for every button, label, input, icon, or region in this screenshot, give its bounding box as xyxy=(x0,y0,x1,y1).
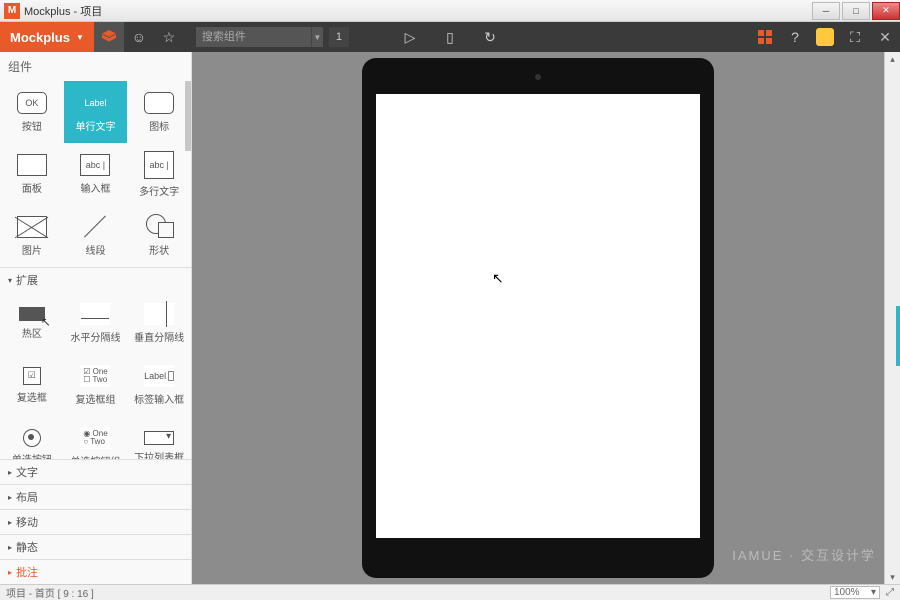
label-icon: Label xyxy=(80,92,110,114)
comp-radiogroup[interactable]: ◉ One ○ Two单选按钮组 xyxy=(64,416,128,459)
panel-icon xyxy=(17,154,47,176)
comp-icon[interactable]: 图标 xyxy=(127,81,191,143)
comp-label[interactable]: Label单行文字 xyxy=(64,81,128,143)
textarea-icon: abc | xyxy=(144,151,174,179)
icon-icon xyxy=(144,92,174,114)
comp-labelinput[interactable]: Label标签输入框 xyxy=(127,354,191,416)
device-frame xyxy=(362,58,714,578)
sidebar-header: 组件 xyxy=(0,52,191,81)
titlebar: M Mockplus - 项目 ─ □ ✕ xyxy=(0,0,900,22)
scroll-down-icon[interactable]: ▾ xyxy=(885,570,900,584)
comp-line[interactable]: 线段 xyxy=(64,205,128,267)
comp-panel[interactable]: 面板 xyxy=(0,143,64,205)
shape-icon xyxy=(144,216,174,238)
dropdown-icon xyxy=(144,431,174,445)
section-annot[interactable]: ▸批注 xyxy=(0,559,191,584)
zoom-select[interactable]: 100%▾ xyxy=(830,586,880,599)
section-text[interactable]: ▸文字 xyxy=(0,459,191,484)
component-grid-basic: OK按钮 Label单行文字 图标 面板 abc |输入框 abc |多行文字 … xyxy=(0,81,191,267)
window-title: Mockplus - 项目 xyxy=(24,3,810,19)
checkgroup-icon: ☑ One ☐ Two xyxy=(80,365,110,387)
section-static[interactable]: ▸静态 xyxy=(0,534,191,559)
triangle-right-icon: ▸ xyxy=(8,568,12,577)
canvas[interactable]: ↖ IAMUE · 交互设计学 xyxy=(192,52,884,584)
maximize-button[interactable]: □ xyxy=(842,2,870,20)
minimize-button[interactable]: ─ xyxy=(812,2,840,20)
panel-close-icon[interactable]: ✕ xyxy=(870,29,900,46)
zoom-fit-icon[interactable]: ⤢ xyxy=(886,587,894,598)
button-icon: OK xyxy=(17,92,47,114)
brand-label: Mockplus xyxy=(10,30,70,45)
chevron-down-icon: ▼ xyxy=(76,33,84,42)
search-input[interactable] xyxy=(196,27,311,47)
vertical-scrollbar[interactable]: ▴ ▾ xyxy=(884,52,900,584)
comp-image[interactable]: 图片 xyxy=(0,205,64,267)
comp-textarea[interactable]: abc |多行文字 xyxy=(127,143,191,205)
comp-checkgroup[interactable]: ☑ One ☐ Two复选框组 xyxy=(64,354,128,416)
component-grid-ext: 热区 水平分隔线 垂直分隔线 ☑复选框 ☑ One ☐ Two复选框组 Labe… xyxy=(0,292,191,459)
fullscreen-icon[interactable]: ⛶ xyxy=(840,22,870,52)
comp-hrule[interactable]: 水平分隔线 xyxy=(64,292,128,354)
sidebar-scrollbar[interactable] xyxy=(185,81,191,151)
statusbar: 项目 - 首页 [ 9 : 16 ] 100%▾ ⤢ xyxy=(0,584,900,600)
section-layout[interactable]: ▸布局 xyxy=(0,484,191,509)
device-screen[interactable] xyxy=(376,94,700,538)
comp-input[interactable]: abc |输入框 xyxy=(64,143,128,205)
star-icon[interactable]: ☆ xyxy=(154,22,184,52)
comp-dropdown[interactable]: 下拉列表框 xyxy=(127,416,191,459)
sync-icon[interactable]: ↻ xyxy=(475,22,505,52)
comp-checkbox[interactable]: ☑复选框 xyxy=(0,354,64,416)
section-move[interactable]: ▸移动 xyxy=(0,509,191,534)
section-ext[interactable]: ▾扩展 xyxy=(0,267,191,292)
toolbar: Mockplus ▼ ☺ ☆ ▼ 1 ▷ ▯ ↻ ? ⛶ ✕ xyxy=(0,22,900,52)
sidebar: 组件 OK按钮 Label单行文字 图标 面板 abc |输入框 abc |多行… xyxy=(0,52,192,584)
image-icon xyxy=(17,216,47,238)
input-icon: abc | xyxy=(80,154,110,176)
scroll-marker[interactable] xyxy=(896,306,900,366)
hrule-icon xyxy=(80,303,110,325)
comp-hotspot[interactable]: 热区 xyxy=(0,292,64,354)
triangle-down-icon: ▾ xyxy=(8,276,12,285)
cursor-icon: ↖ xyxy=(492,270,504,287)
watermark: IAMUE · 交互设计学 xyxy=(732,545,876,564)
emoji-icon[interactable] xyxy=(810,22,840,52)
triangle-right-icon: ▸ xyxy=(8,518,12,527)
triangle-right-icon: ▸ xyxy=(8,468,12,477)
line-icon xyxy=(80,216,110,238)
labelinput-icon: Label xyxy=(144,365,174,387)
smiley-icon[interactable]: ☺ xyxy=(124,22,154,52)
close-button[interactable]: ✕ xyxy=(872,2,900,20)
comp-shape[interactable]: 形状 xyxy=(127,205,191,267)
comp-radio[interactable]: 单选按钮 xyxy=(0,416,64,459)
brand-menu[interactable]: Mockplus ▼ xyxy=(0,22,94,52)
triangle-right-icon: ▸ xyxy=(8,543,12,552)
search-dropdown-icon[interactable]: ▼ xyxy=(311,27,323,47)
play-icon[interactable]: ▷ xyxy=(395,22,425,52)
device-icon[interactable]: ▯ xyxy=(435,22,465,52)
triangle-right-icon: ▸ xyxy=(8,493,12,502)
comp-button[interactable]: OK按钮 xyxy=(0,81,64,143)
components-tab-icon[interactable] xyxy=(94,22,124,52)
radiogroup-icon: ◉ One ○ Two xyxy=(80,427,110,449)
checkbox-icon: ☑ xyxy=(23,367,41,385)
camera-dot xyxy=(535,74,541,80)
grid-icon[interactable] xyxy=(750,22,780,52)
comp-vrule[interactable]: 垂直分隔线 xyxy=(127,292,191,354)
vrule-icon xyxy=(144,303,174,325)
hotspot-icon xyxy=(19,307,45,321)
scroll-up-icon[interactable]: ▴ xyxy=(885,52,900,66)
chevron-down-icon: ▾ xyxy=(871,587,876,598)
radio-icon xyxy=(23,429,41,447)
status-left: 项目 - 首页 [ 9 : 16 ] xyxy=(6,585,94,600)
app-logo: M xyxy=(4,3,20,19)
help-icon[interactable]: ? xyxy=(780,22,810,52)
page-number[interactable]: 1 xyxy=(329,27,349,47)
